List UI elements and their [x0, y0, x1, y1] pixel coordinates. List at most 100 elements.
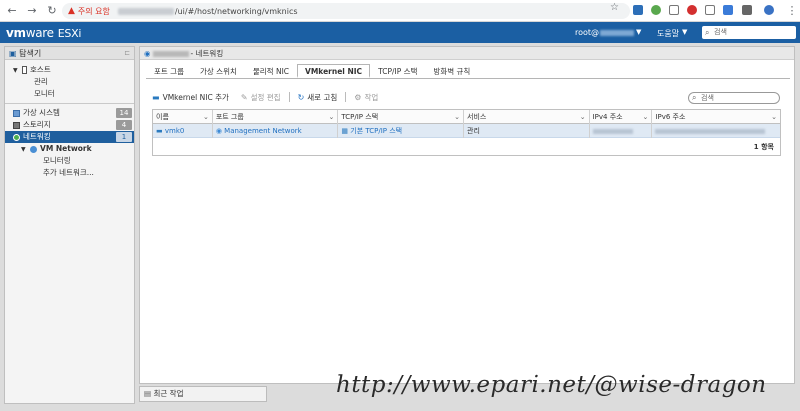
vmk-name-link[interactable]: vmk0: [165, 127, 184, 135]
column-header-tcpip-stack[interactable]: TCP/IP 스택 ⌄: [338, 110, 464, 124]
search-icon: ⌕: [705, 28, 710, 37]
sidebar-item-monitoring[interactable]: 모니터링: [5, 155, 134, 167]
table-row[interactable]: ▬ vmk0 ◉ Management Network ▦ 기본 TCP/IP …: [153, 124, 780, 138]
url-path: /ui/#/host/networking/vmknics: [174, 6, 298, 16]
tab-tcpip-stacks[interactable]: TCP/IP 스택: [370, 64, 425, 78]
main-panel: ◉ - 네트워킹 포트 그룹 가상 스위치 물리적 NIC VMkernel NI…: [139, 46, 795, 384]
vmk-nic-icon: ▬: [156, 127, 163, 135]
browser-toolbar: ← → ↻ ▲ 주의 요함 /ui/#/host/networking/vmkn…: [0, 0, 800, 22]
portgroup-icon: ◉: [215, 127, 222, 135]
tcpip-stack-link[interactable]: 기본 TCP/IP 스택: [350, 127, 402, 135]
pinterest-icon[interactable]: [687, 5, 697, 15]
android-extension-icon[interactable]: [651, 5, 661, 15]
vmkernel-nic-table: 이름 ⌄ 포트 그룹 ⌄ TCP/IP 스택 ⌄ 서비스 ⌄ IPv4 주소 ⌄ IPv6…: [152, 109, 781, 156]
navigator-panel: ▣ 탐색기 ⊏ ▼ 호스트 관리 모니터 가상 시스템 14 스토리지 4 네트…: [4, 46, 135, 404]
chevron-down-icon[interactable]: ▼: [682, 28, 687, 36]
vmware-logo: vmware ESXi: [6, 25, 82, 40]
column-header-ipv6[interactable]: IPv6 주소 ⌄: [652, 110, 780, 124]
tab-vmkernel-nics[interactable]: VMkernel NIC: [297, 64, 371, 78]
column-header-name[interactable]: 이름 ⌄: [153, 110, 213, 124]
expand-arrow-icon[interactable]: ▼: [21, 146, 26, 153]
navigator-icon: ▣: [9, 49, 17, 58]
tasks-icon: ▤: [144, 389, 152, 398]
chevron-down-icon[interactable]: ▼: [636, 28, 641, 36]
menu-icon[interactable]: ⋮: [784, 3, 800, 19]
portgroup-icon: [30, 145, 38, 153]
security-warning[interactable]: 주의 요함: [78, 6, 110, 17]
actions-button[interactable]: ⚙ 작업: [354, 92, 378, 103]
sidebar-item-networking[interactable]: 네트워킹 1: [5, 131, 134, 143]
url-host-redacted: [117, 7, 174, 15]
search-icon: ⌕: [692, 93, 697, 102]
tab-physical-nics[interactable]: 물리적 NIC: [245, 64, 297, 78]
shield-extension-icon[interactable]: [669, 5, 679, 15]
sidebar-item-vm-network[interactable]: ▼ VM Network: [5, 143, 134, 155]
column-header-services[interactable]: 서비스 ⌄: [464, 110, 590, 124]
filter-search-input[interactable]: ⌕ 검색: [688, 92, 780, 104]
user-menu[interactable]: root@: [575, 28, 599, 37]
column-header-portgroup[interactable]: 포트 그룹 ⌄: [213, 110, 339, 124]
vm-icon: [13, 109, 20, 117]
pencil-icon: ✎: [240, 92, 248, 102]
help-menu[interactable]: 도움말: [657, 28, 679, 39]
ipv6-cell: [652, 124, 780, 138]
address-bar[interactable]: ▲ 주의 요함 /ui/#/host/networking/vmknics: [62, 3, 630, 19]
navigator-title: ▣ 탐색기 ⊏: [5, 47, 134, 60]
action-toolbar: ▬ VMkernel NIC 추가 ✎ 설정 편집 ↻ 새로 고침 ⚙ 작업: [152, 90, 390, 104]
ipv4-cell: [590, 124, 653, 138]
global-search-input[interactable]: ⌕ 검색: [702, 26, 796, 39]
expand-arrow-icon[interactable]: ▼: [13, 67, 18, 74]
camera-icon[interactable]: [705, 5, 715, 15]
table-header: 이름 ⌄ 포트 그룹 ⌄ TCP/IP 스택 ⌄ 서비스 ⌄ IPv4 주소 ⌄ IPv6…: [153, 110, 780, 124]
refresh-icon: ↻: [297, 92, 305, 102]
add-nic-icon: ▬: [152, 92, 160, 102]
portgroup-link[interactable]: Management Network: [224, 127, 302, 135]
extension-icon[interactable]: [633, 5, 643, 15]
chevron-down-icon: ⌄: [771, 113, 777, 121]
tab-divider: [146, 78, 790, 79]
puzzle-icon[interactable]: [742, 5, 752, 15]
breadcrumb: ◉ - 네트워킹: [140, 47, 794, 60]
forward-icon[interactable]: →: [24, 3, 40, 19]
edit-settings-button[interactable]: ✎ 설정 편집: [241, 92, 281, 103]
hostname-redacted: [152, 51, 189, 57]
vm-count-badge: 14: [116, 108, 132, 118]
chevron-down-icon: ⌄: [454, 113, 460, 121]
chevron-down-icon: ⌄: [642, 113, 649, 121]
tab-port-groups[interactable]: 포트 그룹: [146, 64, 192, 78]
tab-bar: 포트 그룹 가상 스위치 물리적 NIC VMkernel NIC TCP/IP…: [146, 64, 478, 78]
ipv4-redacted: [592, 128, 633, 134]
profile-avatar[interactable]: [764, 5, 774, 15]
pin-icon[interactable]: ⊏: [124, 47, 130, 60]
column-header-ipv4[interactable]: IPv4 주소 ⌄: [590, 110, 653, 124]
chevron-down-icon: ⌄: [202, 113, 209, 121]
gear-icon: ⚙: [354, 92, 362, 102]
services-cell: 관리: [464, 124, 590, 138]
storage-icon: [13, 121, 20, 129]
tab-firewall-rules[interactable]: 방화벽 규칙: [425, 64, 478, 78]
sidebar-item-storage[interactable]: 스토리지 4: [5, 119, 134, 131]
add-vmkernel-nic-button[interactable]: ▬ VMkernel NIC 추가: [152, 92, 229, 103]
sidebar-item-manage[interactable]: 관리: [5, 76, 134, 88]
sidebar-item-host[interactable]: ▼ 호스트: [5, 64, 134, 76]
ipv6-redacted: [655, 128, 766, 134]
sidebar-item-more-networks[interactable]: 추가 네트워크...: [5, 167, 134, 179]
bookmark-star-icon[interactable]: ☆: [610, 2, 619, 13]
toolbar-divider: [345, 92, 347, 102]
sidebar-item-monitor[interactable]: 모니터: [5, 88, 134, 100]
esxi-header: vmware ESXi root@ ▼ 도움말 ▼ ⌕ 검색: [0, 22, 800, 43]
storage-count-badge: 4: [116, 120, 132, 130]
network-icon: [13, 133, 20, 141]
reload-icon[interactable]: ↻: [44, 3, 60, 19]
back-icon[interactable]: ←: [4, 3, 20, 19]
document-extension-icon[interactable]: [723, 5, 733, 15]
host-icon: [22, 66, 28, 74]
nav-divider: [5, 103, 134, 104]
tab-virtual-switches[interactable]: 가상 스위치: [192, 64, 245, 78]
warning-icon: ▲: [68, 6, 75, 16]
watermark: http://www.epari.net/@wise-dragon: [336, 372, 767, 398]
sidebar-item-vms[interactable]: 가상 시스템 14: [5, 107, 134, 119]
recent-tasks-tab[interactable]: ▤ 최근 작업: [139, 386, 267, 402]
refresh-button[interactable]: ↻ 새로 고침: [298, 92, 338, 103]
hostname-redacted: [600, 30, 634, 36]
